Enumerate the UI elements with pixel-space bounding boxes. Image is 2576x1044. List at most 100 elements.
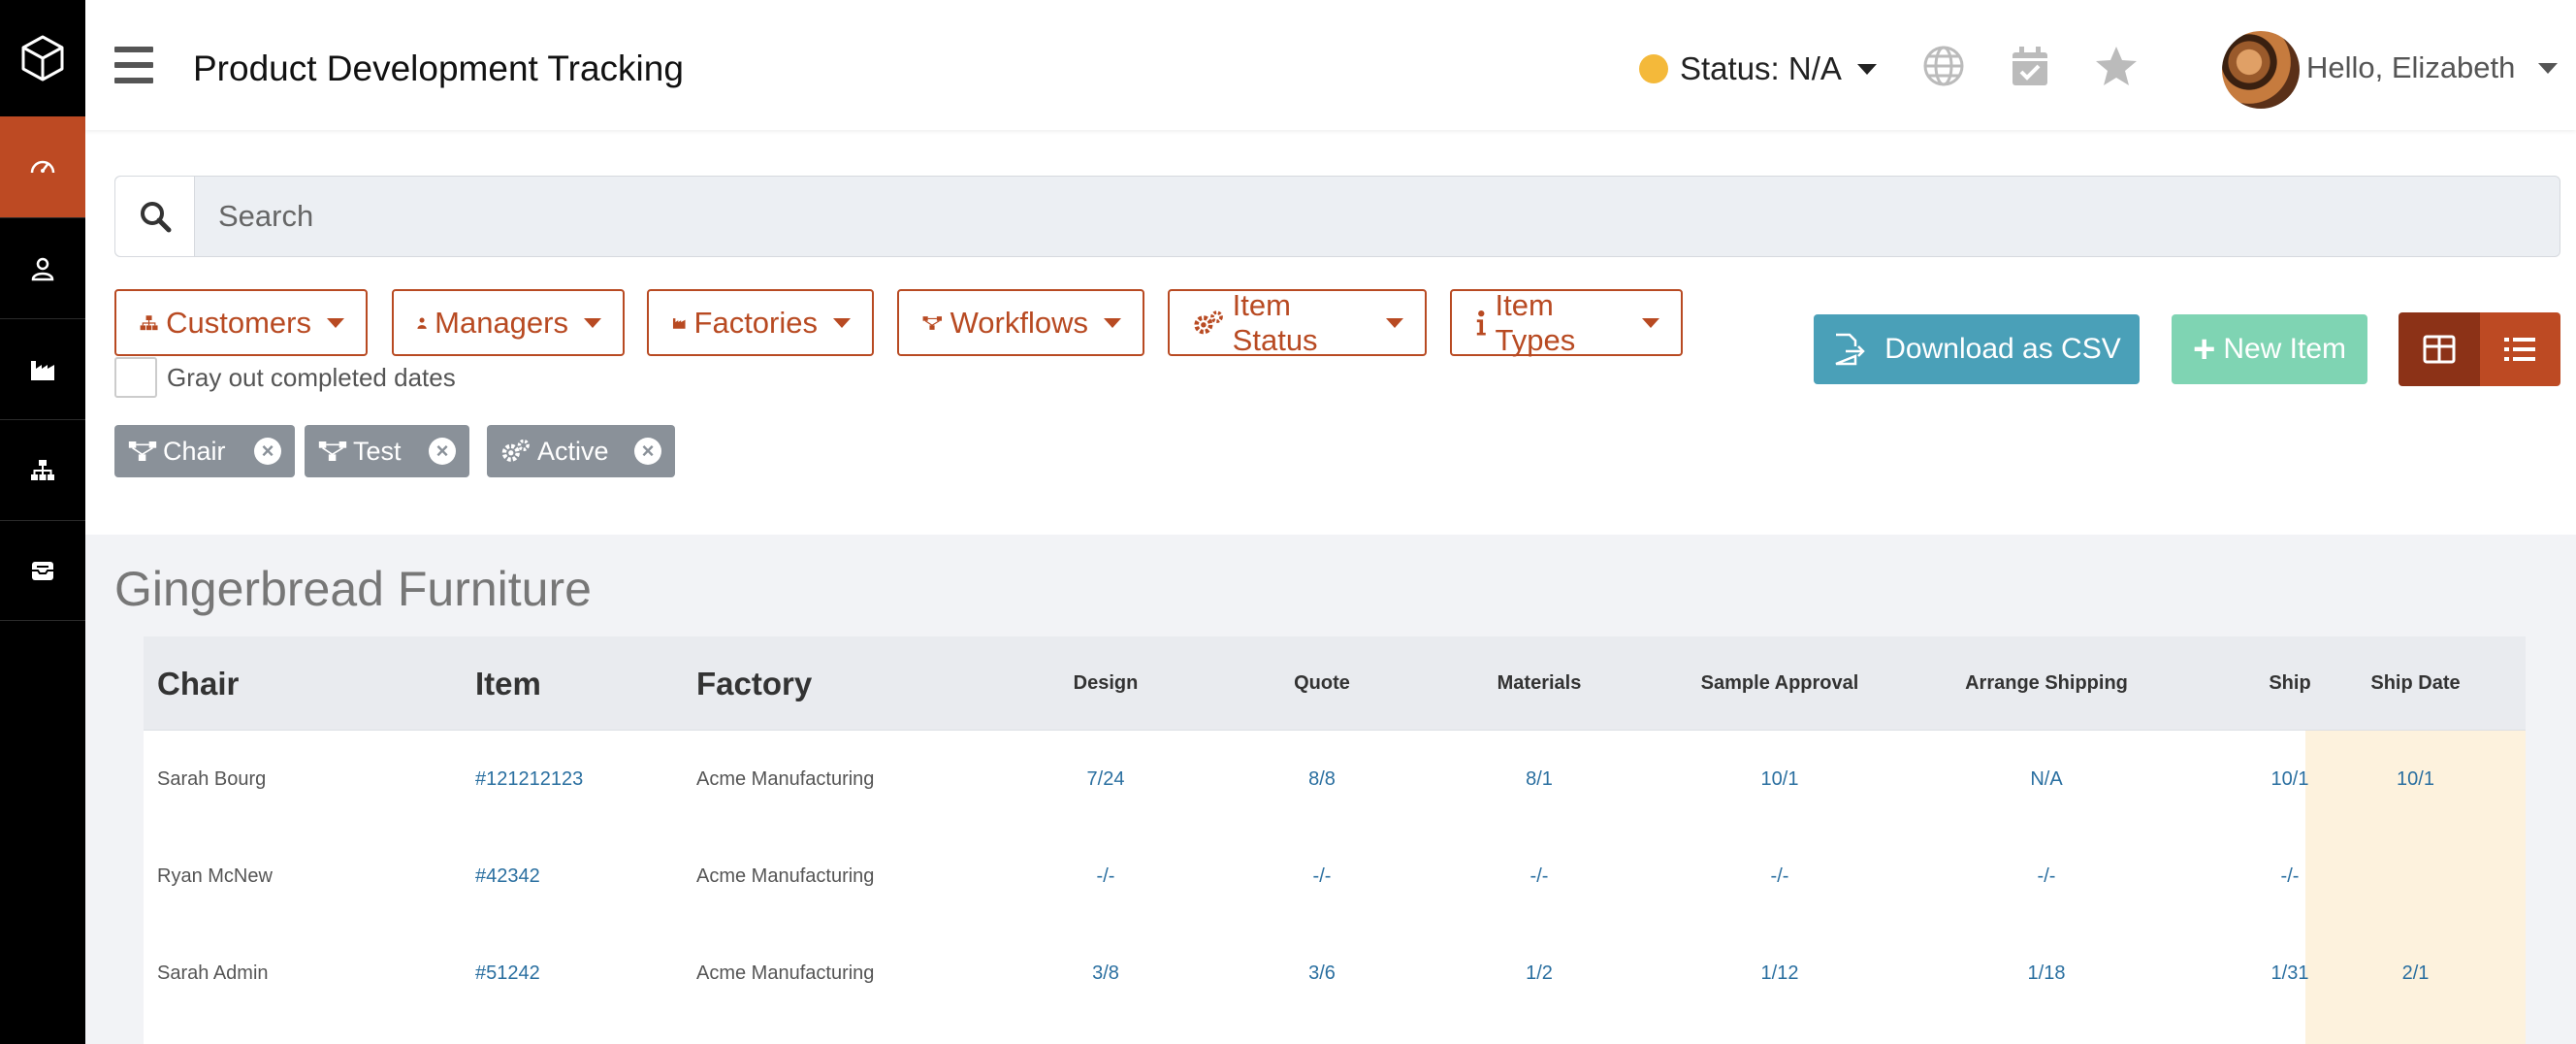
- col-chair[interactable]: Chair: [157, 636, 239, 731]
- cell-sample-approval[interactable]: 1/12: [1647, 925, 1913, 1022]
- remove-chip-icon[interactable]: ×: [254, 438, 281, 465]
- remove-chip-icon[interactable]: ×: [634, 438, 661, 465]
- user-icon: [31, 257, 54, 280]
- cell-ship-date[interactable]: 2/1: [2305, 925, 2526, 1022]
- chevron-down-icon: [1386, 317, 1403, 328]
- cell-design[interactable]: 3/8: [1012, 925, 1200, 1022]
- logo-cube-icon[interactable]: [0, 0, 85, 116]
- filter-managers-label: Managers: [435, 305, 568, 340]
- col-ship-date[interactable]: Ship Date: [2305, 636, 2526, 731]
- workflow-icon: [922, 315, 943, 330]
- gears-icon: [501, 439, 530, 462]
- search-input[interactable]: [195, 177, 2560, 256]
- cell-materials[interactable]: 1/2: [1445, 925, 1633, 1022]
- filter-item-status[interactable]: Item Status: [1168, 288, 1427, 357]
- cell-sample-approval[interactable]: -/-: [1647, 828, 1913, 925]
- new-item-button[interactable]: + New Item: [2172, 314, 2367, 384]
- col-arrange-shipping[interactable]: Arrange Shipping: [1914, 636, 2179, 731]
- status-dropdown[interactable]: Status: N/A: [1639, 50, 1877, 87]
- sidebar-item-workflows[interactable]: [0, 419, 85, 520]
- filter-factories[interactable]: Factories: [647, 289, 874, 356]
- dashboard-gauge-icon: [30, 160, 55, 174]
- sidebar-item-dashboard[interactable]: [0, 116, 85, 217]
- gray-out-checkbox[interactable]: [114, 357, 157, 398]
- sitemap-icon: [31, 459, 54, 480]
- workflow-icon: [128, 441, 157, 461]
- hamburger-menu-icon[interactable]: [114, 47, 153, 83]
- filter-customers-label: Customers: [166, 305, 311, 340]
- top-header: Product Development Tracking Status: N/A…: [85, 0, 2576, 130]
- cell-materials[interactable]: -/-: [1445, 828, 1633, 925]
- cell-ship-date[interactable]: [2305, 828, 2526, 925]
- new-item-label: New Item: [2223, 333, 2347, 365]
- cell-design[interactable]: -/-: [1012, 828, 1200, 925]
- cell-factory: Acme Manufacturing: [696, 767, 875, 790]
- col-design[interactable]: Design: [1012, 636, 1200, 731]
- filter-chip-test: Test ×: [305, 425, 469, 477]
- filter-workflows-label: Workflows: [950, 305, 1088, 340]
- factory-icon: [672, 317, 686, 329]
- calendar-check-icon[interactable]: [2009, 45, 2051, 87]
- col-item[interactable]: Item: [475, 636, 541, 731]
- filter-item-types[interactable]: Item Types: [1450, 288, 1683, 357]
- items-table: Chair Item Factory Design Quote Material…: [144, 636, 2526, 1044]
- filter-customers[interactable]: Customers: [114, 289, 368, 356]
- cell-item-link[interactable]: #42342: [475, 828, 540, 925]
- cell-design[interactable]: 7/24: [1012, 731, 1200, 828]
- download-csv-button[interactable]: Download as CSV: [1814, 314, 2140, 384]
- table-header: Chair Item Factory Design Quote Material…: [144, 636, 2526, 731]
- col-sample-approval[interactable]: Sample Approval: [1647, 636, 1913, 731]
- col-quote[interactable]: Quote: [1228, 636, 1416, 731]
- col-factory[interactable]: Factory: [696, 636, 812, 731]
- gray-out-completed[interactable]: Gray out completed dates: [114, 357, 456, 398]
- cell-arrange-shipping[interactable]: N/A: [1914, 731, 2179, 828]
- cell-arrange-shipping[interactable]: -/-: [1914, 828, 2179, 925]
- filter-chip-chair: Chair ×: [114, 425, 295, 477]
- filter-factories-label: Factories: [693, 305, 818, 340]
- inbox-icon: [32, 562, 53, 580]
- cell-materials[interactable]: 8/1: [1445, 731, 1633, 828]
- chevron-down-icon: [584, 317, 601, 328]
- cell-quote[interactable]: 3/6: [1228, 925, 1416, 1022]
- cell-arrange-shipping[interactable]: 1/18: [1914, 925, 2179, 1022]
- table-row: Sarah Bourg #121212123 Acme Manufacturin…: [144, 731, 2526, 828]
- cell-item-link[interactable]: #51242: [475, 925, 540, 1022]
- chevron-down-icon: [327, 317, 344, 328]
- cell-quote[interactable]: 8/8: [1228, 731, 1416, 828]
- info-icon: [1476, 310, 1486, 336]
- filter-workflows[interactable]: Workflows: [897, 289, 1144, 356]
- sidebar-item-inbox[interactable]: [0, 520, 85, 621]
- workflow-icon: [318, 441, 347, 461]
- status-label: Status: N/A: [1680, 50, 1842, 86]
- greeting-label: Hello, Elizabeth: [2306, 50, 2516, 84]
- search-button[interactable]: [115, 177, 195, 256]
- filter-chip-active: Active ×: [487, 425, 675, 477]
- cell-sample-approval[interactable]: 10/1: [1647, 731, 1913, 828]
- search-bar: [114, 176, 2560, 257]
- remove-chip-icon[interactable]: ×: [429, 438, 456, 465]
- table-grid-icon: [2423, 335, 2456, 364]
- cell-chair: Sarah Bourg: [157, 767, 267, 790]
- cell-item-link[interactable]: #121212123: [475, 731, 583, 828]
- gray-out-label: Gray out completed dates: [167, 362, 456, 392]
- group-title: Gingerbread Furniture: [114, 562, 592, 616]
- star-icon[interactable]: [2095, 45, 2138, 87]
- user-menu[interactable]: Hello, Elizabeth: [2306, 50, 2559, 85]
- chip-label: Active: [537, 436, 609, 466]
- grid-view-button[interactable]: [2399, 312, 2480, 386]
- filter-managers[interactable]: Managers: [392, 289, 625, 356]
- list-icon: [2504, 338, 2536, 361]
- chevron-down-icon: [2538, 62, 2559, 74]
- globe-icon[interactable]: [1922, 45, 1965, 87]
- cell-ship-date[interactable]: 10/1: [2305, 731, 2526, 828]
- chevron-down-icon: [1856, 63, 1877, 75]
- sidebar-item-factories[interactable]: [0, 318, 85, 419]
- col-materials[interactable]: Materials: [1445, 636, 1633, 731]
- cell-chair: Sarah Admin: [157, 962, 269, 984]
- avatar[interactable]: [2222, 31, 2300, 109]
- status-dot-icon: [1639, 54, 1668, 83]
- list-view-button[interactable]: [2479, 312, 2560, 386]
- cell-quote[interactable]: -/-: [1228, 828, 1416, 925]
- sidebar-item-users[interactable]: [0, 217, 85, 318]
- factory-icon: [31, 360, 54, 380]
